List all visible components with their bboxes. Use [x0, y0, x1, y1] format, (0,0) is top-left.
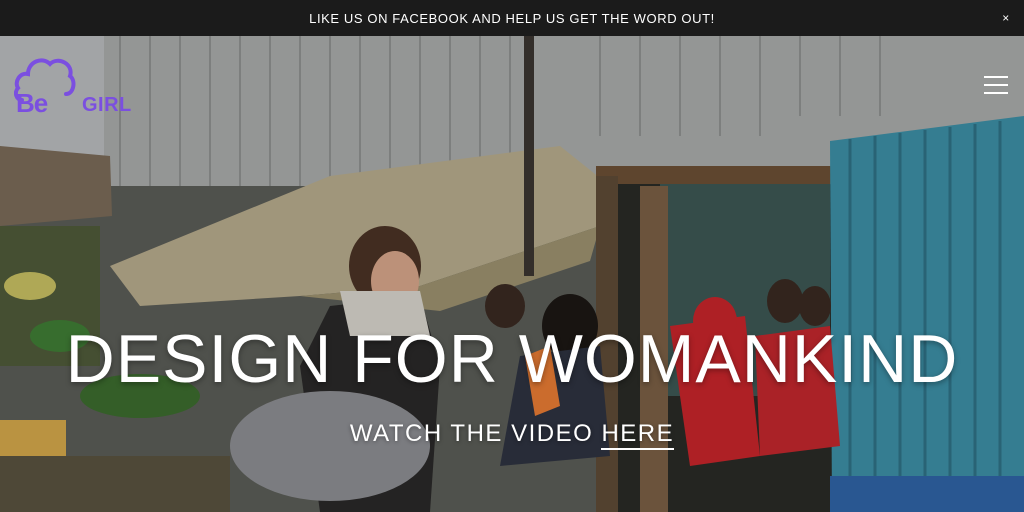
announcement-text[interactable]: LIKE US ON FACEBOOK AND HELP US GET THE … — [309, 11, 715, 26]
cta-prefix-text: WATCH THE VIDEO — [349, 420, 594, 447]
logo-girl-text: GIRL — [82, 94, 132, 116]
begirl-logo[interactable]: Be GIRL — [14, 54, 146, 118]
logo-be-text: Be — [16, 88, 48, 118]
hamburger-menu-icon[interactable] — [984, 76, 1008, 94]
hero-headline: DESIGN FOR WOMANKIND — [65, 321, 959, 397]
watch-video-here-link[interactable]: HERE — [601, 420, 675, 450]
watch-video-cta: WATCH THE VIDEO HERE — [0, 420, 1024, 450]
announcement-bar: LIKE US ON FACEBOOK AND HELP US GET THE … — [0, 0, 1024, 36]
close-icon[interactable]: × — [998, 10, 1014, 26]
hero-section: Be GIRL DESIGN FOR WOMANKIND WATCH THE V… — [0, 36, 1024, 512]
